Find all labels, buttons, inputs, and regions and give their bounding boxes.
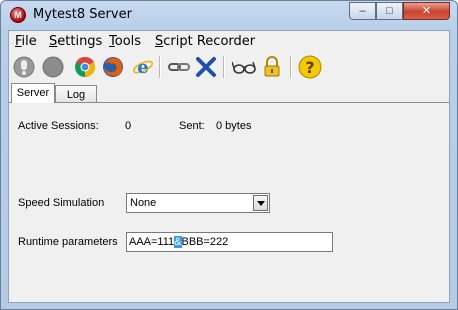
svg-text:e: e <box>137 57 148 78</box>
window-title: Mytest8 Server <box>33 7 132 22</box>
runtime-parameters-input[interactable]: AAA=111&BBB=222 <box>126 232 333 252</box>
app-icon[interactable]: M <box>10 7 26 23</box>
menu-script-recorder[interactable]: Script Recorder <box>155 34 255 49</box>
toolbar-separator <box>290 56 292 78</box>
menu-bar: File Settings Tools Script Recorder <box>9 31 449 51</box>
tab-server[interactable]: Server <box>11 83 55 103</box>
sent-value: 0 bytes <box>216 120 252 132</box>
help-icon[interactable]: ? <box>297 54 323 80</box>
tab-strip: Server Log <box>9 83 449 103</box>
speed-simulation-label: Speed Simulation <box>18 197 105 209</box>
title-bar[interactable]: M Mytest8 Server – □ ✕ <box>1 1 457 29</box>
record-icon[interactable] <box>40 54 66 80</box>
dropdown-arrow-icon[interactable] <box>253 195 268 211</box>
toolbar-separator <box>223 56 225 78</box>
client-area: File Settings Tools Script Recorder e ? … <box>8 30 450 303</box>
maximize-button[interactable]: □ <box>376 2 403 20</box>
svg-text:?: ? <box>305 58 314 77</box>
delete-icon[interactable] <box>193 54 219 80</box>
minimize-button[interactable]: – <box>349 2 376 20</box>
menu-settings[interactable]: Settings <box>49 34 102 49</box>
runtime-text-before: AAA=111 <box>129 236 175 248</box>
toolbar-separator <box>159 56 161 78</box>
active-sessions-label: Active Sessions: <box>18 120 99 132</box>
close-button[interactable]: ✕ <box>403 2 450 20</box>
glasses-icon[interactable] <box>231 54 257 80</box>
lock-icon[interactable] <box>259 54 285 80</box>
stop-icon[interactable] <box>11 54 37 80</box>
ie-icon[interactable]: e <box>130 54 156 80</box>
toolbar: e ? <box>9 51 449 83</box>
app-window: M Mytest8 Server – □ ✕ File Settings Too… <box>0 0 458 310</box>
speed-simulation-select[interactable]: None <box>126 193 270 213</box>
tab-log[interactable]: Log <box>55 85 97 103</box>
runtime-text-after: BBB=222 <box>181 236 229 248</box>
runtime-parameters-label: Runtime parameters <box>18 236 118 248</box>
speed-simulation-value: None <box>130 197 157 209</box>
menu-tools[interactable]: Tools <box>109 34 141 49</box>
active-sessions-value: 0 <box>125 120 132 132</box>
chrome-icon[interactable] <box>72 54 98 80</box>
server-panel: Active Sessions: 0 Sent: 0 bytes Speed S… <box>9 102 449 302</box>
runtime-text-selection: & <box>174 236 182 248</box>
link-icon[interactable] <box>166 54 192 80</box>
menu-file[interactable]: File <box>15 34 37 49</box>
firefox-icon[interactable] <box>100 54 126 80</box>
sent-label: Sent: <box>179 120 205 132</box>
